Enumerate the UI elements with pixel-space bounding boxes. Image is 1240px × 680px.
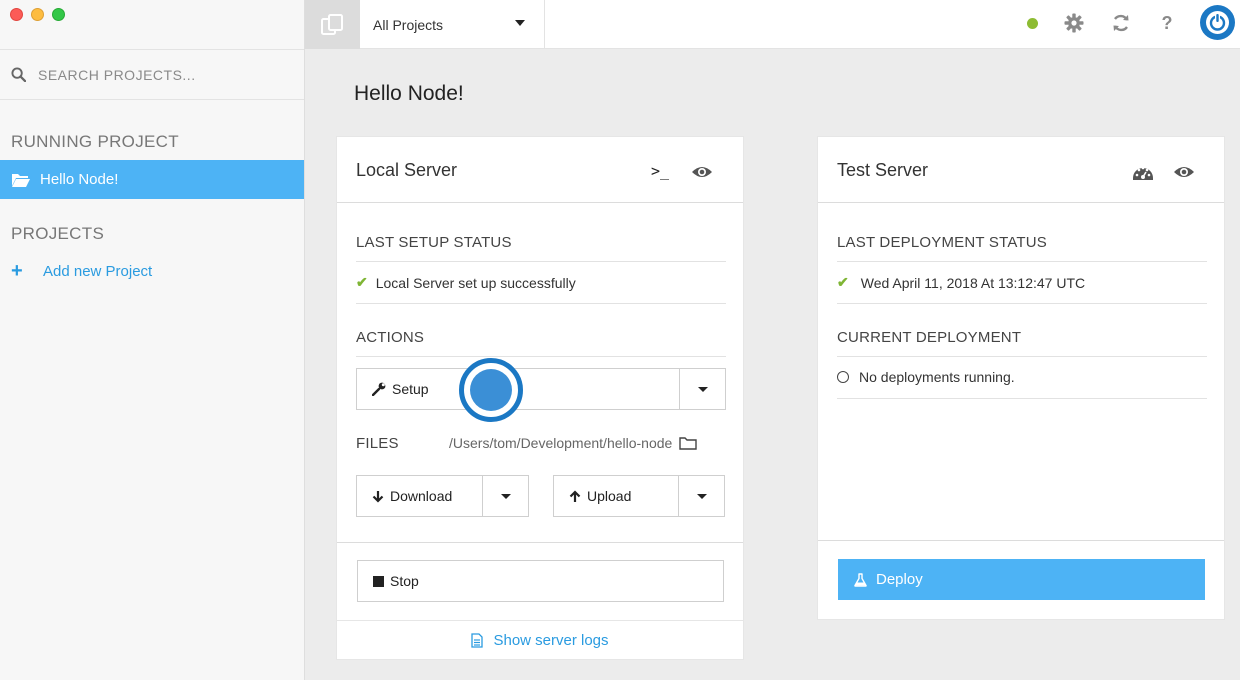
minimize-window-button[interactable] (31, 8, 44, 21)
divider (337, 542, 743, 543)
chevron-down-icon (696, 493, 707, 499)
upload-dropdown-toggle[interactable] (678, 476, 724, 516)
divider (356, 303, 726, 304)
dashboard-icon[interactable] (1132, 163, 1154, 186)
folder-open-icon (12, 173, 30, 187)
project-select-value: All Projects (373, 16, 444, 33)
local-server-card: Local Server >_ LAST SETUP STATUS ✔ Loca… (336, 136, 744, 660)
current-deployment-text: No deployments running. (859, 369, 1015, 385)
divider (356, 356, 726, 357)
files-heading: FILES (356, 435, 399, 452)
deployment-status-text: Wed April 11, 2018 At 13:12:47 UTC (860, 274, 1086, 291)
sidebar: RUNNING PROJECT Hello Node! PROJECTS + A… (0, 0, 305, 680)
check-icon: ✔ (837, 274, 849, 290)
current-deployment-status: No deployments running. (837, 369, 1015, 385)
setup-status-text: Local Server set up successfully (375, 274, 576, 291)
add-project-link[interactable]: + Add new Project (11, 261, 152, 281)
setup-dropdown-toggle[interactable] (679, 369, 725, 409)
setup-button-label: Setup (392, 381, 429, 397)
last-setup-status-heading: LAST SETUP STATUS (356, 234, 512, 251)
local-server-title: Local Server (356, 160, 458, 180)
arrow-down-icon (372, 490, 384, 503)
upload-button-label: Upload (587, 488, 632, 504)
sidebar-item-running-project[interactable]: Hello Node! (0, 160, 304, 199)
download-dropdown-toggle[interactable] (482, 476, 528, 516)
stop-button[interactable]: Stop (357, 560, 724, 602)
download-button[interactable]: Download (356, 475, 529, 517)
test-server-card-header: Test Server (818, 137, 1224, 203)
plus-icon: + (11, 260, 23, 282)
chevron-down-icon (515, 20, 525, 26)
stop-button-label: Stop (390, 573, 419, 589)
eye-icon[interactable] (1173, 165, 1195, 184)
folder-icon[interactable] (679, 436, 698, 450)
download-button-label: Download (390, 488, 453, 504)
arrow-up-icon (569, 489, 581, 502)
chevron-down-icon (697, 386, 708, 392)
chevron-down-icon (500, 493, 511, 499)
deploy-button[interactable]: Deploy (838, 559, 1205, 600)
local-server-card-header: Local Server >_ (337, 137, 743, 203)
search-bar (0, 49, 304, 100)
projects-icon (320, 13, 343, 35)
add-project-label: Add new Project (43, 262, 153, 280)
test-server-card: Test Server LAST DEPLOYMENT STATUS ✔ Wed… (817, 136, 1225, 620)
divider (356, 261, 726, 262)
deploy-button-label: Deploy (876, 571, 923, 588)
refresh-icon[interactable] (1110, 12, 1132, 34)
setup-button[interactable]: Setup (356, 368, 726, 410)
close-window-button[interactable] (10, 8, 23, 21)
show-server-logs-label: Show server logs (493, 632, 609, 649)
circle-icon (837, 371, 849, 383)
search-icon (11, 67, 26, 82)
click-indicator (459, 358, 523, 422)
top-bar: All Projects ? (305, 0, 1240, 49)
setup-status: ✔ Local Server set up successfully (356, 274, 576, 291)
test-server-title: Test Server (837, 160, 929, 180)
divider (837, 398, 1207, 399)
divider (837, 356, 1207, 357)
divider (837, 303, 1207, 304)
last-deployment-status-heading: LAST DEPLOYMENT STATUS (837, 234, 1048, 251)
projects-icon-button[interactable] (305, 0, 360, 49)
zoom-window-button[interactable] (52, 8, 65, 21)
files-path: /Users/tom/Development/hello-node (449, 435, 698, 451)
eye-icon[interactable] (691, 165, 713, 184)
divider (818, 540, 1224, 541)
divider (837, 261, 1207, 262)
upload-button[interactable]: Upload (553, 475, 725, 517)
files-path-text: /Users/tom/Development/hello-node (449, 435, 673, 451)
current-deployment-heading: CURRENT DEPLOYMENT (837, 329, 1022, 346)
window-controls (10, 8, 65, 21)
page-title: Hello Node! (354, 82, 464, 105)
project-select[interactable]: All Projects (360, 0, 545, 49)
deployment-status: ✔ Wed April 11, 2018 At 13:12:47 UTC (837, 274, 1085, 291)
search-input[interactable] (38, 66, 278, 83)
terminal-icon[interactable]: >_ (651, 162, 669, 180)
running-project-label: Hello Node! (40, 171, 119, 188)
actions-heading: ACTIONS (356, 329, 425, 346)
status-indicator (1027, 18, 1038, 29)
check-icon: ✔ (356, 274, 368, 290)
power-icon[interactable] (1200, 5, 1235, 40)
running-project-heading: RUNNING PROJECT (11, 132, 179, 151)
click-indicator-dot (470, 369, 512, 411)
wrench-icon (372, 382, 386, 396)
document-icon (471, 633, 484, 648)
show-server-logs-link[interactable]: Show server logs (336, 620, 744, 660)
help-icon[interactable]: ? (1156, 12, 1178, 34)
flask-icon (854, 572, 867, 587)
projects-heading: PROJECTS (11, 224, 105, 243)
stop-icon (373, 575, 384, 587)
gear-icon[interactable] (1063, 12, 1085, 34)
